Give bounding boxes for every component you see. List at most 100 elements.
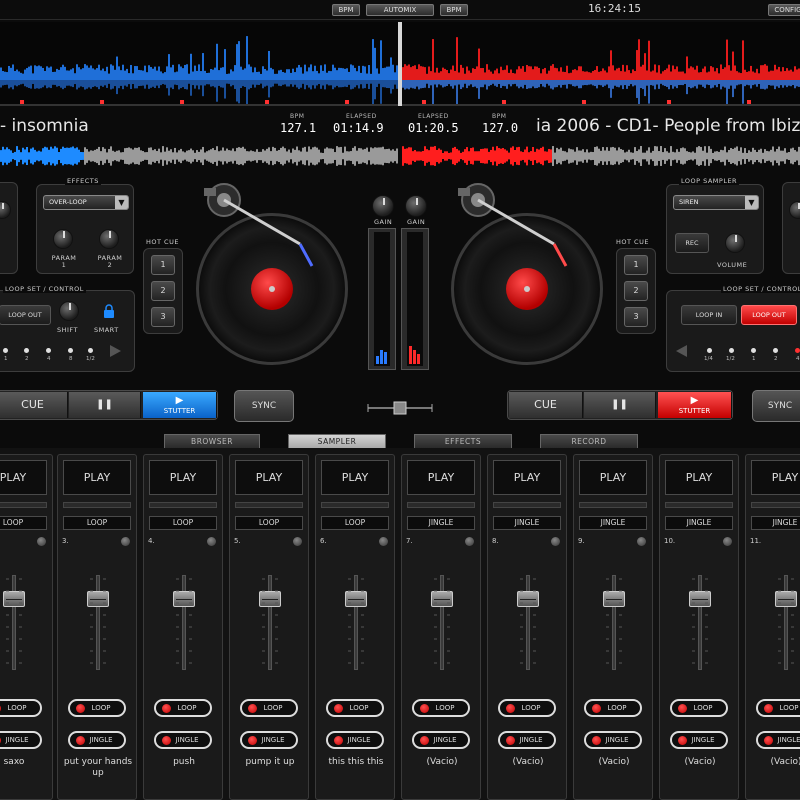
- cue-button-right[interactable]: CUE: [509, 392, 583, 418]
- sample-play-button[interactable]: PLAY: [665, 460, 733, 495]
- sync-button-right[interactable]: SYNC: [752, 390, 800, 422]
- tab-browser[interactable]: BROWSER: [164, 434, 260, 448]
- sync-button-left[interactable]: SYNC: [234, 390, 294, 422]
- gain-knob-left[interactable]: [372, 195, 394, 217]
- sample-jingle-toggle[interactable]: JINGLE: [0, 731, 42, 749]
- sample-jingle-toggle[interactable]: JINGLE: [412, 731, 470, 749]
- pause-button-right[interactable]: ❚❚: [584, 392, 656, 418]
- sample-play-button[interactable]: PLAY: [407, 460, 475, 495]
- loop-size-dot[interactable]: [88, 348, 93, 353]
- param2-knob[interactable]: [99, 229, 119, 249]
- deck-left-edge-knob[interactable]: [0, 201, 11, 219]
- tab-sampler[interactable]: SAMPLER: [288, 434, 386, 448]
- sample-play-button[interactable]: PLAY: [493, 460, 561, 495]
- sample-loop-toggle[interactable]: LOOP: [326, 699, 384, 717]
- sample-led-icon[interactable]: [465, 537, 474, 546]
- gain-knob-right[interactable]: [405, 195, 427, 217]
- sample-loop-toggle[interactable]: LOOP: [584, 699, 642, 717]
- sample-jingle-toggle[interactable]: JINGLE: [68, 731, 126, 749]
- loop-size-dot[interactable]: [3, 348, 8, 353]
- sample-jingle-toggle[interactable]: JINGLE: [154, 731, 212, 749]
- sample-mode-label: JINGLE: [407, 516, 475, 530]
- sample-jingle-toggle[interactable]: JINGLE: [670, 731, 728, 749]
- sample-jingle-toggle[interactable]: JINGLE: [240, 731, 298, 749]
- sample-led-icon[interactable]: [379, 537, 388, 546]
- tonearm-right[interactable]: [452, 182, 582, 272]
- tab-record[interactable]: RECORD: [540, 434, 638, 448]
- loop-size-dot[interactable]: [68, 348, 73, 353]
- loop-size-dot-active[interactable]: [795, 348, 800, 353]
- hot-cue-1-left[interactable]: 1: [151, 255, 175, 275]
- sample-play-button[interactable]: PLAY: [321, 460, 389, 495]
- sample-play-button[interactable]: PLAY: [149, 460, 217, 495]
- sample-play-button[interactable]: PLAY: [235, 460, 303, 495]
- rec-button[interactable]: REC: [675, 233, 709, 253]
- sample-play-button[interactable]: PLAY: [63, 460, 131, 495]
- loop-size-dot[interactable]: [729, 348, 734, 353]
- sample-name: (Vacio): [426, 757, 458, 767]
- tab-effects[interactable]: EFFECTS: [414, 434, 512, 448]
- bpm-right-button[interactable]: BPM: [440, 4, 468, 16]
- sample-led-icon[interactable]: [637, 537, 646, 546]
- stutter-button-left[interactable]: ▶ STUTTER: [143, 392, 217, 418]
- loop-in-button[interactable]: LOOP IN: [681, 305, 737, 325]
- param1-knob[interactable]: [53, 229, 73, 249]
- sample-led-icon[interactable]: [551, 537, 560, 546]
- arrow-right-icon[interactable]: [108, 343, 122, 357]
- sample-loop-toggle[interactable]: LOOP: [756, 699, 800, 717]
- sample-loop-toggle[interactable]: LOOP: [498, 699, 556, 717]
- sample-jingle-toggle[interactable]: JINGLE: [584, 731, 642, 749]
- hot-cue-3-left[interactable]: 3: [151, 307, 175, 327]
- sample-jingle-toggle[interactable]: JINGLE: [326, 731, 384, 749]
- sample-slot-number: 7.: [406, 537, 413, 545]
- pause-button-left[interactable]: ❚❚: [69, 392, 141, 418]
- sample-loop-toggle[interactable]: LOOP: [670, 699, 728, 717]
- effect-select[interactable]: OVER-LOOP ▼: [43, 195, 129, 210]
- arrow-left-icon[interactable]: [675, 343, 689, 357]
- sample-loop-toggle[interactable]: LOOP: [0, 699, 42, 717]
- sample-loop-toggle[interactable]: LOOP: [240, 699, 298, 717]
- hot-cue-3-right[interactable]: 3: [624, 307, 648, 327]
- overview-waveform-right[interactable]: [402, 22, 800, 106]
- sample-loop-toggle[interactable]: LOOP: [412, 699, 470, 717]
- sample-loop-toggle[interactable]: LOOP: [68, 699, 126, 717]
- automix-button[interactable]: AUTOMIX: [366, 4, 434, 16]
- sample-play-button[interactable]: PLAY: [579, 460, 647, 495]
- overview-waveform-left[interactable]: [0, 22, 398, 106]
- scroll-waveform-left[interactable]: [0, 144, 398, 168]
- volume-knob[interactable]: [725, 233, 745, 253]
- scroll-waveform-right[interactable]: [402, 144, 800, 168]
- cue-button-left[interactable]: CUE: [0, 392, 68, 418]
- loop-size-dot[interactable]: [707, 348, 712, 353]
- loop-size-dot[interactable]: [751, 348, 756, 353]
- sample-led-icon[interactable]: [207, 537, 216, 546]
- loop-size-dot[interactable]: [46, 348, 51, 353]
- sample-led-icon[interactable]: [37, 537, 46, 546]
- tonearm-left[interactable]: [198, 182, 328, 272]
- lock-icon[interactable]: [103, 303, 115, 318]
- sample-loop-toggle[interactable]: LOOP: [154, 699, 212, 717]
- hot-cue-1-right[interactable]: 1: [624, 255, 648, 275]
- sample-led-icon[interactable]: [121, 537, 130, 546]
- sample-jingle-toggle[interactable]: JINGLE: [498, 731, 556, 749]
- loop-out-button-right[interactable]: LOOP OUT: [741, 305, 797, 325]
- hot-cue-2-left[interactable]: 2: [151, 281, 175, 301]
- bpm-left-button[interactable]: BPM: [332, 4, 360, 16]
- config-button[interactable]: CONFIG: [768, 4, 800, 16]
- deck-right-edge-knob[interactable]: [789, 201, 800, 219]
- sample-play-button[interactable]: PLAY: [0, 460, 47, 495]
- sample-play-button[interactable]: PLAY: [751, 460, 800, 495]
- hot-cue-2-right[interactable]: 2: [624, 281, 648, 301]
- sampler-slot: PLAY JINGLE 9. LOOP JINGLE (Vacio): [573, 454, 653, 800]
- crossfader[interactable]: [366, 400, 434, 415]
- shift-knob[interactable]: [59, 301, 79, 321]
- loop-out-button-left[interactable]: LOOP OUT: [0, 305, 51, 325]
- sample-jingle-toggle[interactable]: JINGLE: [756, 731, 800, 749]
- loop-size-dot[interactable]: [24, 348, 29, 353]
- stutter-button-right[interactable]: ▶ STUTTER: [658, 392, 732, 418]
- sample-led-icon[interactable]: [723, 537, 732, 546]
- loop-size-dot[interactable]: [773, 348, 778, 353]
- fader-ticks: [606, 578, 622, 664]
- sample-select[interactable]: SIREN ▼: [673, 195, 759, 210]
- sample-led-icon[interactable]: [293, 537, 302, 546]
